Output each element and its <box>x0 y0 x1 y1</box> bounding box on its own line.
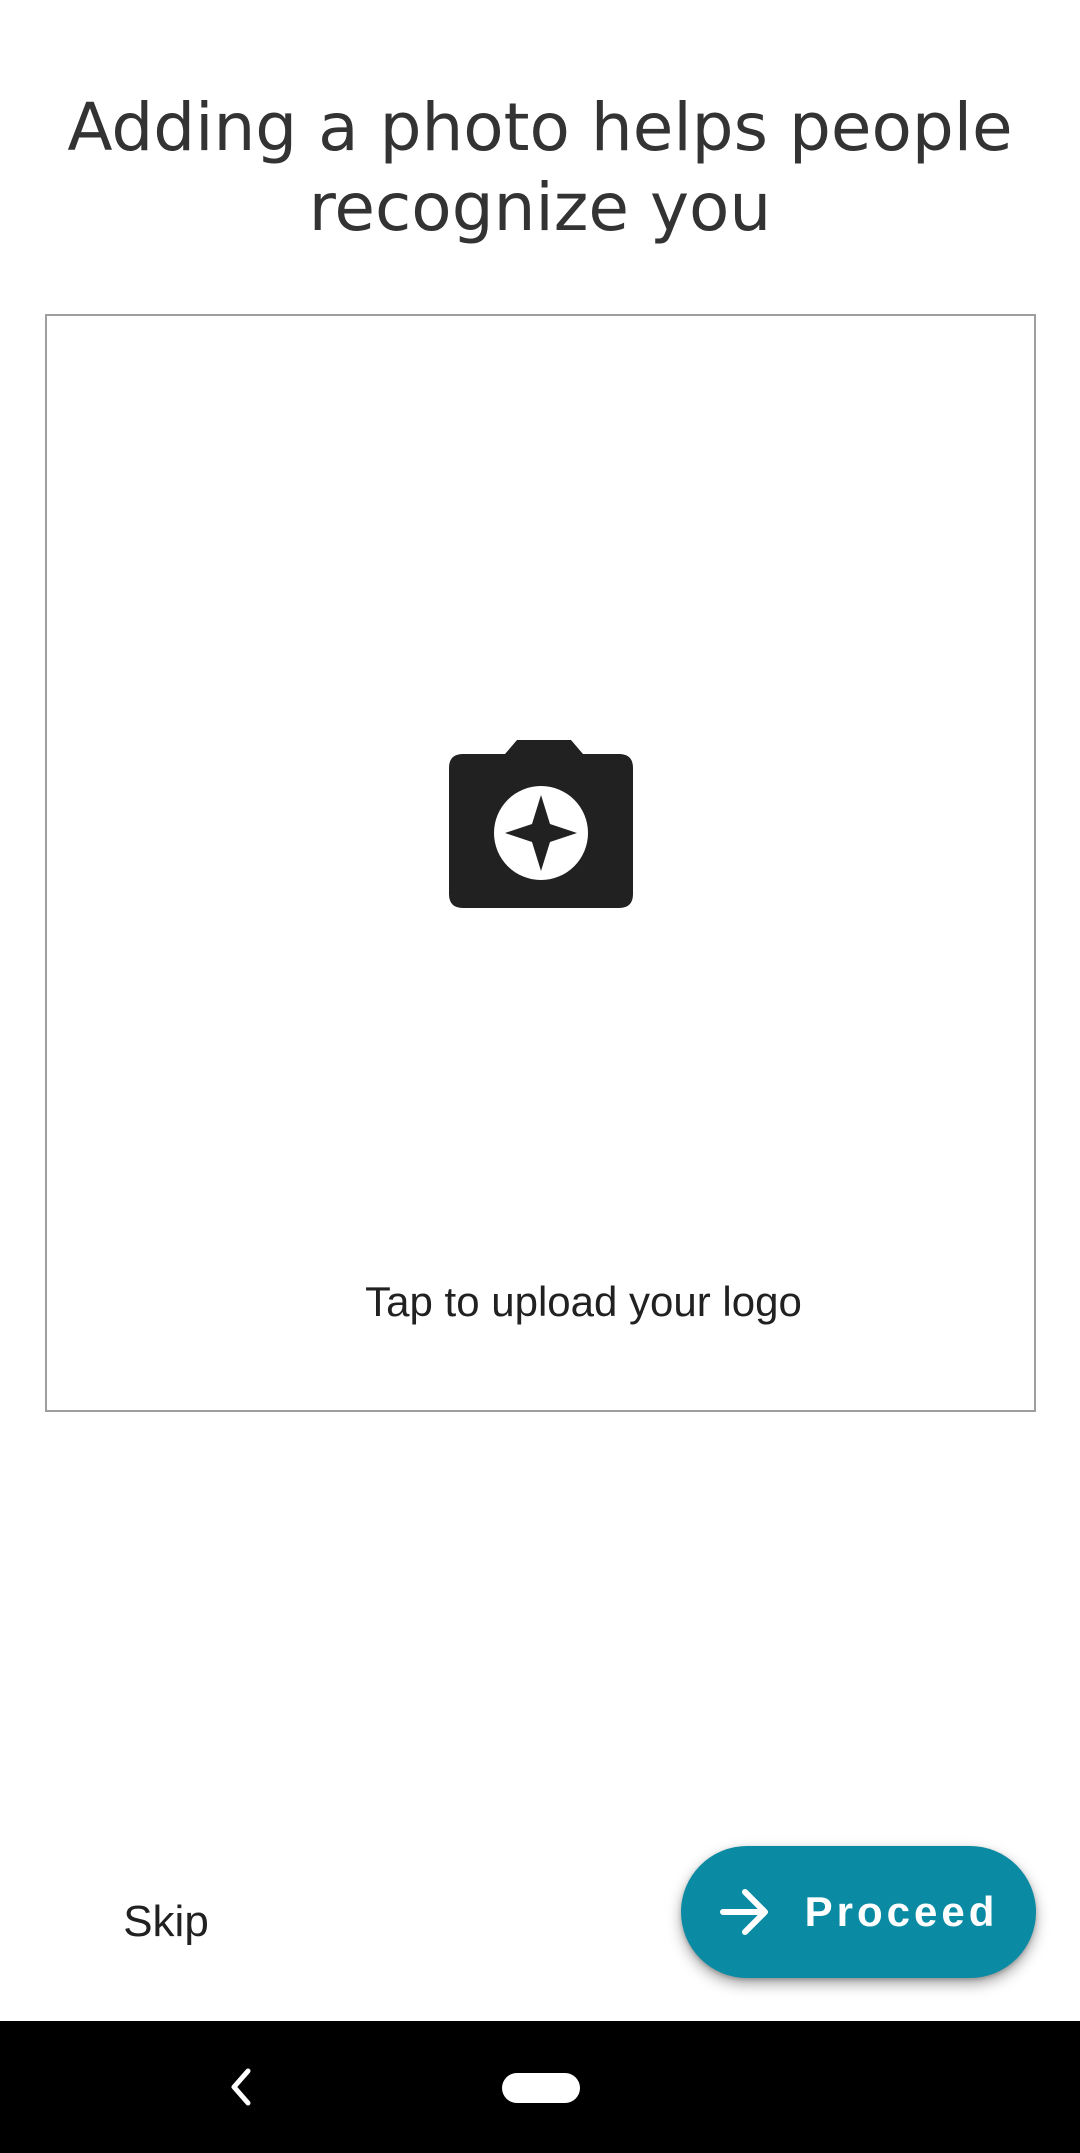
camera-icon <box>449 740 633 908</box>
skip-button[interactable]: Skip <box>96 1886 236 1958</box>
proceed-label: Proceed <box>804 1888 999 1935</box>
upload-label-text: Tap to upload your logo <box>365 1278 802 1325</box>
home-pill-icon[interactable] <box>502 2073 580 2103</box>
screen: Adding a photo helps people recognize yo… <box>0 0 1080 2153</box>
page-title: Adding a photo helps people recognize yo… <box>40 88 1040 248</box>
system-nav-bar <box>0 2021 1080 2153</box>
back-chevron-icon[interactable] <box>218 2061 262 2113</box>
arrow-right-icon <box>719 1889 768 1935</box>
page-title-line-2: recognize you <box>308 169 772 246</box>
proceed-button[interactable]: Proceed <box>681 1846 1036 1978</box>
page-title-line-1: Adding a photo helps people <box>67 89 1013 166</box>
logo-upload-area[interactable]: Tap to upload your logo <box>45 314 1036 1412</box>
upload-label: Tap to upload your logo <box>47 1274 1080 1330</box>
